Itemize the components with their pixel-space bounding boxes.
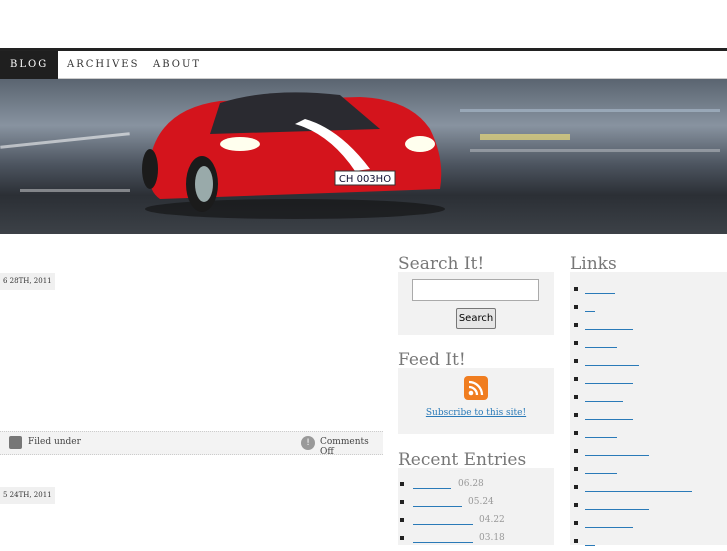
comments-off: Comments Off: [320, 437, 369, 457]
link-item[interactable]: [585, 509, 649, 510]
list-item: [574, 461, 724, 479]
document-icon: [9, 436, 22, 449]
list-item: [574, 425, 724, 443]
links-title: Links: [570, 254, 617, 274]
list-item: [574, 497, 724, 515]
list-item: [574, 371, 724, 389]
nav-archives[interactable]: Archives: [67, 51, 139, 79]
recent-entries-box: 06.28 05.24 04.22 03.18: [398, 468, 554, 545]
list-item: [574, 515, 724, 533]
post-meta: Filed under ! Comments Off: [0, 431, 383, 457]
link-item[interactable]: [585, 365, 639, 366]
entry-date: 04.22: [479, 515, 505, 525]
entry-date: 06.28: [458, 479, 484, 489]
link-item[interactable]: [585, 419, 633, 420]
links-box: [570, 272, 727, 546]
post-date: 6 28TH, 2011: [0, 273, 55, 290]
link-item[interactable]: [585, 383, 633, 384]
link-item[interactable]: [585, 437, 617, 438]
search-button[interactable]: Search: [456, 308, 496, 329]
list-item: 03.18: [400, 530, 550, 548]
car-image: CH 003HO: [142, 92, 445, 219]
list-item: [574, 317, 724, 335]
link-item[interactable]: [585, 455, 649, 456]
link-item[interactable]: [585, 293, 615, 294]
entry-date: 03.18: [479, 533, 505, 543]
list-item: [574, 335, 724, 353]
link-item[interactable]: [585, 473, 617, 474]
link-item[interactable]: [585, 527, 633, 528]
nav-blog[interactable]: Blog: [0, 51, 59, 79]
link-item[interactable]: [585, 311, 595, 312]
search-title: Search It!: [398, 254, 485, 274]
list-item: 06.28: [400, 476, 550, 494]
entry-link[interactable]: [413, 488, 451, 489]
rss-icon[interactable]: [464, 376, 488, 400]
feed-box: Subscribe to this site!: [398, 368, 554, 434]
subscribe-link[interactable]: Subscribe to this site!: [398, 408, 554, 418]
list-item: [574, 353, 724, 371]
feed-title: Feed It!: [398, 350, 466, 370]
top-nav: Blog Archives About: [0, 48, 727, 79]
comment-icon: !: [301, 436, 315, 450]
entry-link[interactable]: [413, 506, 462, 507]
entry-link[interactable]: [413, 524, 473, 525]
list-item: [574, 533, 724, 551]
header-image: CH 003HO: [0, 79, 727, 234]
list-item: [574, 443, 724, 461]
license-plate: CH 003HO: [339, 174, 391, 185]
list-item: [574, 407, 724, 425]
list-item: 05.24: [400, 494, 550, 512]
link-item[interactable]: [585, 347, 617, 348]
recent-entries-title: Recent Entries: [398, 450, 527, 470]
list-item: [574, 281, 724, 299]
category-link[interactable]: [72, 436, 99, 446]
link-item[interactable]: [585, 329, 633, 330]
list-item: 04.22: [400, 512, 550, 530]
link-item[interactable]: [585, 491, 692, 492]
entry-link[interactable]: [413, 542, 473, 543]
post-date: 5 24TH, 2011: [0, 487, 55, 504]
nav-about[interactable]: About: [153, 51, 201, 79]
list-item: [574, 479, 724, 497]
search-input[interactable]: [412, 279, 539, 301]
list-item: [574, 389, 724, 407]
link-item[interactable]: [585, 545, 595, 546]
entry-date: 05.24: [468, 497, 494, 507]
list-item: [574, 299, 724, 317]
link-item[interactable]: [585, 401, 623, 402]
search-box: Search: [398, 272, 554, 335]
